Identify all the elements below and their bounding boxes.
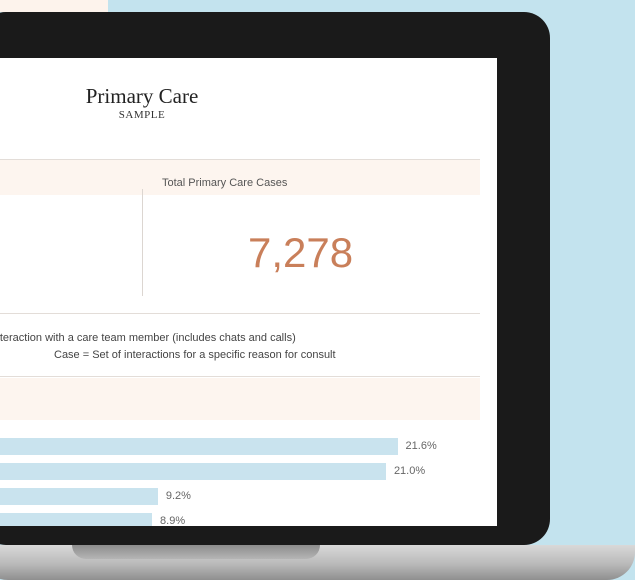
laptop-screen: Primary Care SAMPLE Total Primary Care C… xyxy=(0,58,497,526)
total-cases-value: 7,278 xyxy=(248,229,354,276)
laptop-hinge-notch xyxy=(72,545,320,559)
divider-bottom xyxy=(0,376,480,377)
bar xyxy=(0,513,153,526)
bar xyxy=(0,488,158,505)
divider-middle xyxy=(0,313,480,314)
interaction-definition: n = Interaction with a care team member … xyxy=(0,332,296,344)
bar-value-label: 21.6% xyxy=(405,440,437,452)
bar-value-label: 9.2% xyxy=(165,490,191,502)
bar xyxy=(0,438,398,455)
bar xyxy=(0,463,386,480)
total-cases-label: Total Primary Care Cases xyxy=(162,177,288,189)
case-definition: Case = Set of interactions for a specifi… xyxy=(54,349,336,361)
bar-value-label: 21.0% xyxy=(393,465,426,477)
chart-header-band xyxy=(0,378,480,420)
background-paper xyxy=(0,0,108,12)
laptop-lid: Primary Care SAMPLE Total Primary Care C… xyxy=(0,12,550,545)
bar-value-label: 8.9% xyxy=(160,515,186,526)
stats-column-divider xyxy=(142,189,143,296)
